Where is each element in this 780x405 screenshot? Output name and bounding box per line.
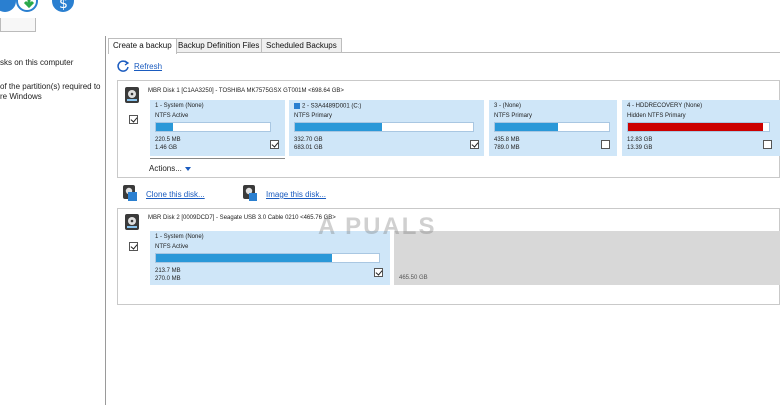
actions-label: Actions... (149, 164, 182, 173)
refresh-icon[interactable] (116, 59, 130, 73)
partition-type: NTFS Primary (294, 113, 332, 119)
partition-type: Hidden NTFS Primary (627, 113, 686, 119)
image-disk-link[interactable]: Image this disk... (266, 190, 326, 199)
usage-bar (155, 253, 380, 263)
unallocated-size: 465.50 GB (399, 275, 428, 281)
partition-total: 1.46 GB (155, 145, 178, 151)
refresh-link[interactable]: Refresh (134, 62, 162, 71)
partition-total: 270.0 MB (155, 276, 181, 282)
partition-name: 2 - S3A4489D001 (C:) (294, 103, 361, 110)
partition-used: 220.5 MB (155, 137, 181, 143)
partition-used: 332.70 GB (294, 137, 323, 143)
partition-name: 4 - HDDRECOVERY (None) (627, 103, 703, 109)
usage-bar-fill (628, 123, 764, 131)
tab-create-backup[interactable]: Create a backup (108, 38, 177, 54)
left-panel-text-3: re Windows (0, 92, 42, 101)
image-disk-icon[interactable] (242, 184, 258, 202)
restore-icon[interactable] (16, 0, 38, 12)
tab-scheduled-backups[interactable]: Scheduled Backups (261, 38, 342, 53)
partition-checkbox[interactable] (470, 140, 479, 149)
disk2-drive-icon (124, 213, 140, 231)
disk2-checkbox[interactable] (129, 242, 138, 251)
watermark-logo: A PUALS (318, 213, 437, 240)
partition-used: 12.83 GB (627, 137, 653, 143)
disk1-partition-1[interactable]: 1 - System (None) NTFS Active 220.5 MB 1… (150, 100, 285, 156)
usage-bar-fill (495, 123, 558, 131)
partition-name: 1 - System (None) (155, 103, 204, 109)
toolbar-icon-partial[interactable] (0, 0, 16, 12)
selection-underline (150, 158, 285, 159)
svg-text:$: $ (59, 0, 68, 12)
clone-disk-icon[interactable] (122, 184, 138, 202)
disk1-drive-icon (124, 86, 140, 104)
disk1-title: MBR Disk 1 [C1AA3250] - TOSHIBA MK7575GS… (148, 88, 344, 94)
actions-dropdown[interactable]: Actions... (149, 164, 191, 173)
disk2-title: MBR Disk 2 [0009DCD7] - Seagate USB 3.0 … (148, 215, 336, 221)
toolbar: $ (0, 0, 780, 32)
chevron-down-icon (184, 166, 191, 171)
disk2-unallocated[interactable]: 465.50 GB (394, 231, 780, 285)
partition-type: NTFS Active (155, 113, 189, 119)
partition-total: 683.01 GB (294, 145, 323, 151)
usage-bar-fill (156, 254, 333, 262)
partition-total: 789.0 MB (494, 145, 520, 151)
partition-name: 1 - System (None) (155, 234, 204, 240)
partition-type: NTFS Active (155, 244, 189, 250)
usage-bar (155, 122, 271, 132)
partition-type: NTFS Primary (494, 113, 532, 119)
clone-disk-link[interactable]: Clone this disk... (146, 190, 205, 199)
partition-checkbox[interactable] (374, 268, 383, 277)
disk1-checkbox[interactable] (129, 115, 138, 124)
toolbar-tab-stub[interactable] (0, 18, 36, 32)
main-content: Refresh MBR Disk 1 [C1AA3250] - TOSHIBA … (108, 53, 780, 405)
app-window: $ sks on this computer of the partition(… (0, 0, 780, 405)
disk1-partition-3[interactable]: 3 - (None) NTFS Primary 435.8 MB 789.0 M… (489, 100, 617, 156)
partition-name: 3 - (None) (494, 103, 522, 109)
disk2-panel: MBR Disk 2 [0009DCD7] - Seagate USB 3.0 … (117, 208, 780, 305)
windows-logo-icon (294, 103, 300, 109)
left-panel-text-1: sks on this computer (0, 58, 74, 67)
partition-checkbox[interactable] (763, 140, 772, 149)
usage-bar (494, 122, 610, 132)
partition-checkbox[interactable] (270, 140, 279, 149)
usage-bar-fill (156, 123, 174, 131)
left-panel: sks on this computer of the partition(s)… (0, 36, 106, 405)
disk1-partition-2[interactable]: 2 - S3A4489D001 (C:) NTFS Primary 332.70… (289, 100, 484, 156)
partition-used: 435.8 MB (494, 137, 520, 143)
partition-used: 213.7 MB (155, 268, 181, 274)
tab-backup-definition-files[interactable]: Backup Definition Files (173, 38, 265, 53)
disk1-partition-4[interactable]: 4 - HDDRECOVERY (None) Hidden NTFS Prima… (622, 100, 780, 156)
partition-total: 13.39 GB (627, 145, 653, 151)
partition-name-text: 2 - S3A4489D001 (C:) (302, 103, 362, 110)
usage-bar (294, 122, 474, 132)
partition-checkbox[interactable] (601, 140, 610, 149)
dollar-icon[interactable]: $ (52, 0, 74, 12)
usage-bar-fill (295, 123, 383, 131)
left-panel-text-2: of the partition(s) required to (0, 82, 101, 91)
usage-bar (627, 122, 770, 132)
disk1-panel: MBR Disk 1 [C1AA3250] - TOSHIBA MK7575GS… (117, 80, 780, 178)
